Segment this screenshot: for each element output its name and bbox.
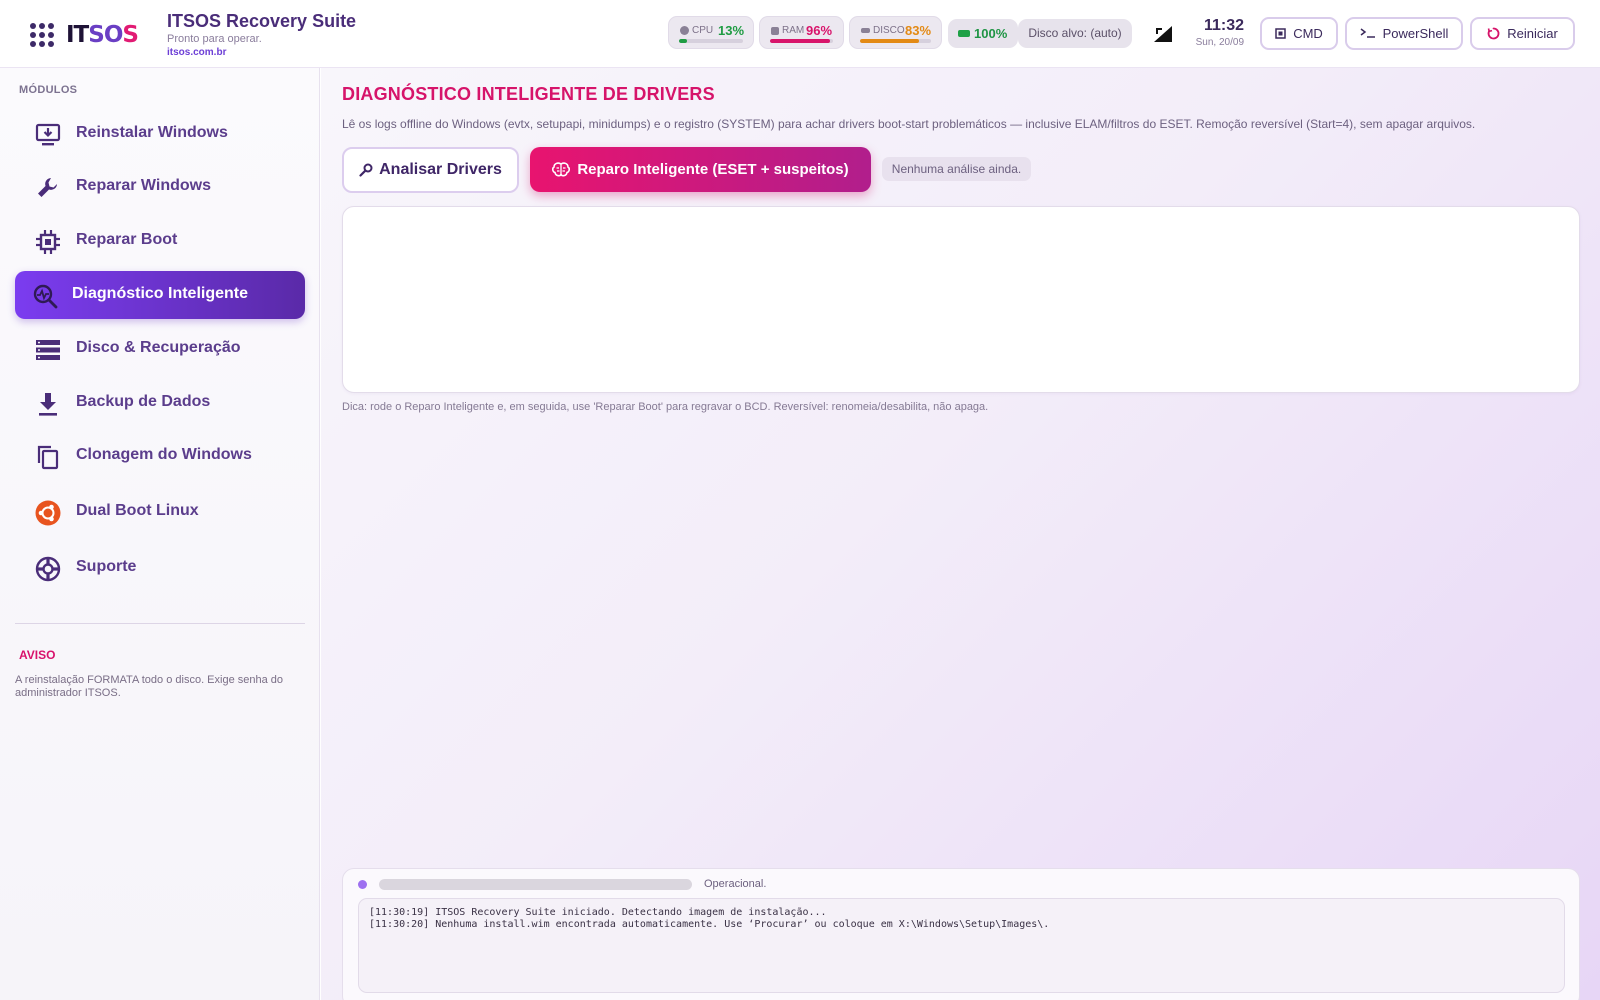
itsos-logo: ITSOS bbox=[30, 20, 139, 50]
top-bar: ITSOS ITSOS Recovery Suite Pronto para o… bbox=[0, 0, 1600, 68]
console-log[interactable]: [11:30:19] ITSOS Recovery Suite iniciado… bbox=[358, 898, 1565, 993]
sidebar-item-windows-cloning[interactable]: Clonagem do Windows bbox=[15, 432, 305, 480]
log-line: [11:30:19] ITSOS Recovery Suite iniciado… bbox=[369, 907, 827, 918]
signal-icon bbox=[1154, 26, 1172, 42]
sidebar-item-label: Reinstalar Windows bbox=[76, 124, 228, 141]
download-icon bbox=[39, 393, 57, 416]
analyze-drivers-label: Analisar Drivers bbox=[379, 161, 502, 178]
analysis-results-panel bbox=[342, 206, 1580, 393]
app-title: ITSOS Recovery Suite bbox=[167, 11, 357, 31]
disk-stat: DISCO 83% bbox=[849, 16, 942, 49]
clock-date: Sun, 20/09 bbox=[1195, 37, 1244, 48]
app-status-text: Pronto para operar. bbox=[167, 33, 262, 45]
monitor-download-icon bbox=[35, 123, 61, 146]
key-search-icon bbox=[359, 163, 373, 177]
ubuntu-icon bbox=[35, 500, 61, 526]
clock-time: 11:32 bbox=[1203, 17, 1244, 34]
sidebar-item-smart-diagnostics[interactable]: Diagnóstico Inteligente bbox=[15, 271, 305, 319]
reboot-button-label: Reiniciar bbox=[1507, 26, 1558, 41]
ram-usage-bar bbox=[770, 39, 831, 43]
main-content: DIAGNÓSTICO INTELIGENTE DE DRIVERS Lê os… bbox=[321, 68, 1600, 1000]
powershell-button[interactable]: PowerShell bbox=[1345, 17, 1463, 50]
log-line: [11:30:20] Nenhuma install.wim encontrad… bbox=[369, 919, 1050, 930]
battery-stat: 100% bbox=[948, 19, 1018, 48]
cmd-button[interactable]: CMD bbox=[1260, 17, 1338, 50]
wrench-icon bbox=[38, 178, 57, 197]
sidebar-item-reinstall-windows[interactable]: Reinstalar Windows bbox=[15, 110, 305, 158]
sidebar-item-label: Dual Boot Linux bbox=[76, 502, 199, 519]
sidebar-item-repair-boot[interactable]: Reparar Boot bbox=[15, 217, 305, 265]
disk-usage-bar bbox=[860, 39, 919, 43]
magnifier-pulse-icon bbox=[33, 284, 58, 309]
sidebar-item-data-backup[interactable]: Backup de Dados bbox=[15, 379, 305, 427]
sidebar-divider bbox=[15, 623, 305, 624]
cpu-usage-bar bbox=[679, 39, 688, 43]
disk-value: 83% bbox=[905, 23, 932, 38]
sidebar-item-repair-windows[interactable]: Reparar Windows bbox=[15, 163, 305, 211]
lifebuoy-icon bbox=[35, 556, 61, 582]
warning-title: AVISO bbox=[19, 648, 56, 662]
terminal-window-icon bbox=[1275, 28, 1286, 39]
sidebar-item-label: Reparar Boot bbox=[76, 231, 178, 248]
smart-repair-button[interactable]: Reparo Inteligente (ESET + suspeitos) bbox=[530, 147, 871, 192]
analysis-status-badge: Nenhuma análise ainda. bbox=[882, 157, 1031, 181]
tip-text: Dica: rode o Reparo Inteligente e, em se… bbox=[342, 401, 989, 413]
disk-icon bbox=[861, 28, 870, 33]
sidebar: MÓDULOS Reinstalar Windows Reparar Windo… bbox=[0, 68, 320, 1000]
console-status-text: Operacional. bbox=[704, 878, 767, 890]
cmd-button-label: CMD bbox=[1293, 26, 1323, 41]
analyze-drivers-button[interactable]: Analisar Drivers bbox=[342, 147, 519, 193]
ram-icon bbox=[771, 26, 779, 35]
cpu-stat: CPU 13% bbox=[668, 16, 754, 49]
powershell-button-label: PowerShell bbox=[1382, 26, 1449, 41]
sidebar-item-dual-boot-linux[interactable]: Dual Boot Linux bbox=[15, 488, 305, 536]
battery-icon bbox=[958, 30, 970, 37]
reboot-button[interactable]: Reiniciar bbox=[1470, 17, 1575, 50]
operation-progress-bar bbox=[379, 879, 692, 890]
cpu-label: CPU bbox=[692, 25, 714, 36]
website-link[interactable]: itsos.com.br bbox=[167, 47, 226, 58]
sidebar-item-label: Reparar Windows bbox=[76, 177, 211, 194]
console-panel: Operacional. [11:30:19] ITSOS Recovery S… bbox=[342, 868, 1580, 1000]
sidebar-item-label: Suporte bbox=[76, 558, 137, 575]
ram-stat: RAM 96% bbox=[759, 16, 844, 49]
sidebar-item-label: Clonagem do Windows bbox=[76, 446, 252, 463]
ram-label: RAM bbox=[782, 25, 805, 36]
battery-value: 100% bbox=[974, 26, 1008, 41]
storage-icon bbox=[36, 340, 60, 360]
disk-label: DISCO bbox=[873, 25, 905, 36]
cpu-icon bbox=[680, 26, 689, 35]
smart-repair-label: Reparo Inteligente (ESET + suspeitos) bbox=[577, 161, 849, 178]
ram-value: 96% bbox=[806, 23, 833, 38]
sidebar-item-label: Disco & Recuperação bbox=[76, 339, 241, 356]
warning-text: A reinstalação FORMATA todo o disco. Exi… bbox=[15, 674, 284, 699]
copy-icon bbox=[37, 445, 59, 470]
sidebar-item-label: Backup de Dados bbox=[76, 393, 211, 410]
status-dot-icon bbox=[358, 880, 367, 889]
target-disk-selector[interactable]: Disco alvo: (auto) bbox=[1018, 19, 1132, 48]
sidebar-item-disk-recovery[interactable]: Disco & Recuperação bbox=[15, 325, 305, 373]
section-title: DIAGNÓSTICO INTELIGENTE DE DRIVERS bbox=[342, 84, 715, 104]
prompt-icon bbox=[1360, 28, 1375, 38]
sidebar-item-label: Diagnóstico Inteligente bbox=[72, 285, 249, 302]
chip-icon bbox=[36, 230, 60, 254]
cpu-value: 13% bbox=[718, 23, 745, 38]
brain-icon bbox=[552, 161, 571, 176]
logo-wordmark: ITSOS bbox=[66, 22, 139, 48]
section-description: Lê os logs offline do Windows (evtx, set… bbox=[342, 117, 1476, 131]
restart-icon bbox=[1487, 27, 1500, 40]
sidebar-item-support[interactable]: Suporte bbox=[15, 544, 305, 592]
modules-heading: MÓDULOS bbox=[19, 84, 78, 96]
grid-dots-icon bbox=[30, 23, 60, 47]
